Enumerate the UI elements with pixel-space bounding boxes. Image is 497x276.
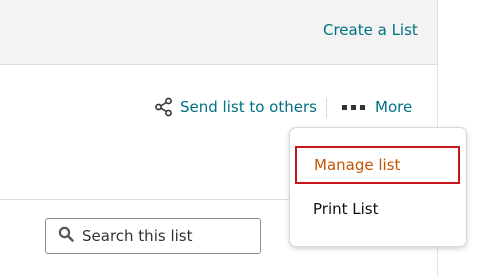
- menu-item-print-list[interactable]: Print List: [313, 198, 379, 220]
- send-list-link[interactable]: Send list to others: [154, 96, 317, 118]
- search-icon: [58, 226, 74, 246]
- more-button[interactable]: More: [342, 96, 412, 118]
- menu-item-manage-list[interactable]: Manage list: [295, 146, 460, 184]
- create-list-link[interactable]: Create a List: [323, 21, 418, 39]
- action-separator: [326, 98, 327, 118]
- more-dots-icon: [342, 104, 365, 110]
- search-placeholder: Search this list: [82, 227, 193, 245]
- more-label: More: [375, 98, 413, 116]
- share-icon: [154, 97, 174, 117]
- more-dropdown-menu: Manage list Print List: [289, 127, 467, 247]
- search-list-input[interactable]: Search this list: [45, 218, 261, 254]
- send-list-label: Send list to others: [180, 98, 317, 116]
